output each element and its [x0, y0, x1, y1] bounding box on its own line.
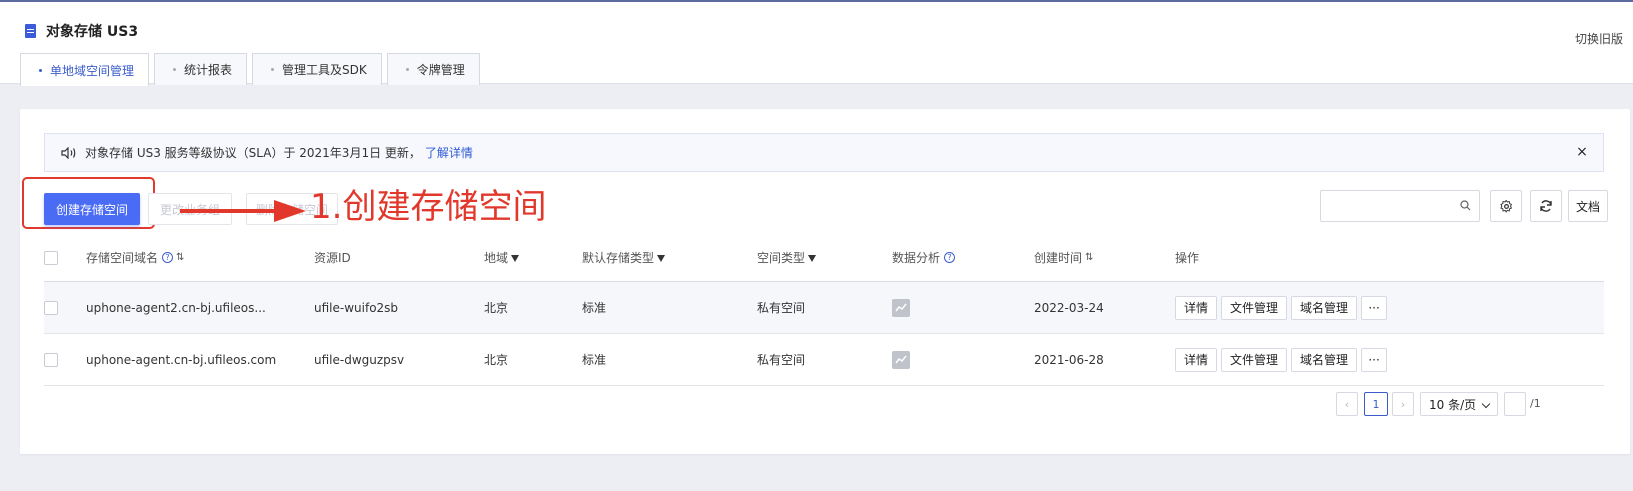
page-header: 对象存储 US3 切换旧版 单地域空间管理 统计报表 管理工具及SDK 令牌管理: [0, 2, 1633, 86]
more-options-button[interactable]: ···: [1361, 295, 1388, 320]
table-row[interactable]: uphone-agent.cn-bj.ufileos.com ufile-dwg…: [44, 334, 1604, 386]
help-icon[interactable]: ?: [944, 252, 956, 263]
tab-statistics[interactable]: 统计报表: [154, 53, 248, 85]
header-created-time: 创建时间 ⇅: [1034, 234, 1093, 281]
created-time-cell: 2021-06-28: [1034, 352, 1104, 367]
create-bucket-button[interactable]: 创建存储空间: [44, 193, 140, 225]
annotation-label: 1.创建存储空间: [310, 187, 547, 227]
refresh-icon: [1540, 200, 1552, 212]
header-label: 地域: [484, 251, 509, 265]
header-bucket-name: 存储空间域名? ⇅: [86, 234, 184, 281]
page-jump-input[interactable]: [1504, 392, 1526, 416]
annotation-arrow-icon: [180, 200, 306, 222]
row-select[interactable]: [44, 334, 84, 385]
close-icon[interactable]: ×: [1575, 145, 1589, 159]
page-title: 对象存储 US3: [46, 24, 139, 40]
header-label: 创建时间: [1034, 251, 1083, 265]
search-icon: [1460, 200, 1471, 211]
trend-chart-icon[interactable]: [892, 350, 910, 369]
region-cell: 北京: [484, 301, 509, 315]
header-label: 存储空间域名: [86, 251, 159, 265]
page-size-value: 10 条/页: [1429, 397, 1477, 412]
page-total: /1: [1530, 397, 1541, 410]
header-label: 空间类型: [757, 251, 806, 265]
detail-button[interactable]: 详情: [1175, 347, 1218, 372]
row-checkbox[interactable]: [44, 352, 58, 367]
tab-tools-sdk[interactable]: 管理工具及SDK: [252, 53, 382, 85]
trend-chart-icon[interactable]: [892, 298, 910, 317]
header-region: 地域: [484, 234, 520, 281]
created-time-cell: 2022-03-24: [1034, 300, 1104, 315]
header-label: 默认存储类型: [582, 251, 655, 265]
storage-class-cell: 标准: [582, 301, 607, 315]
tab-bar: 单地域空间管理 统计报表 管理工具及SDK 令牌管理: [20, 53, 485, 86]
notice-learn-more-link[interactable]: 了解详情: [425, 144, 473, 161]
header-data-analysis: 数据分析?: [892, 234, 956, 281]
select-all-checkbox[interactable]: [44, 250, 58, 265]
file-management-button[interactable]: 文件管理: [1221, 295, 1288, 320]
help-icon[interactable]: ?: [162, 252, 174, 263]
header-storage-class: 默认存储类型: [582, 234, 666, 281]
page-size-select[interactable]: 10 条/页: [1420, 392, 1498, 416]
document-icon: [25, 24, 36, 38]
tab-label: 统计报表: [184, 63, 233, 77]
bucket-type-cell: 私有空间: [757, 353, 806, 367]
bucket-type-cell: 私有空间: [757, 301, 806, 315]
sort-icon[interactable]: ⇅: [1085, 252, 1093, 263]
data-analysis-cell: [892, 282, 910, 333]
tab-dot-icon: [271, 68, 275, 71]
main-card: 对象存储 US3 服务等级协议（SLA）于 2021年3月1日 更新， 了解详情…: [20, 109, 1630, 454]
tab-token-management[interactable]: 令牌管理: [386, 53, 480, 85]
chevron-down-icon: [1481, 399, 1491, 409]
header-select-all[interactable]: [44, 234, 84, 281]
tab-dot-icon: [405, 68, 409, 71]
notice-text: 对象存储 US3 服务等级协议（SLA）于 2021年3月1日 更新，: [85, 146, 421, 160]
settings-button[interactable]: [1490, 190, 1522, 222]
sort-icon[interactable]: ⇅: [176, 252, 184, 263]
tab-single-region[interactable]: 单地域空间管理: [20, 53, 150, 86]
tab-dot-icon: [39, 68, 42, 72]
header-resource-id: 资源ID: [314, 251, 351, 265]
bucket-table: 存储空间域名? ⇅ 资源ID 地域 默认存储类型 空间类型 数据分析? 创建时间 ⇅…: [44, 234, 1604, 386]
table-row[interactable]: uphone-agent2.cn-bj.ufileos... ufile-wui…: [44, 282, 1604, 334]
tab-dot-icon: [173, 68, 177, 71]
next-page-button[interactable]: ›: [1392, 392, 1414, 416]
domain-management-button[interactable]: 域名管理: [1291, 347, 1358, 372]
search-input[interactable]: [1320, 190, 1480, 222]
tab-label: 管理工具及SDK: [282, 63, 367, 77]
refresh-button[interactable]: [1530, 190, 1562, 222]
filter-icon[interactable]: [808, 255, 817, 262]
current-page-button[interactable]: 1: [1364, 392, 1388, 416]
domain-management-button[interactable]: 域名管理: [1291, 295, 1358, 320]
header-bucket-type: 空间类型: [757, 234, 817, 281]
header-operations: 操作: [1175, 251, 1200, 265]
documentation-button[interactable]: 文档: [1568, 190, 1608, 222]
pagination: ‹ 1 › 10 条/页 /1: [20, 392, 1630, 416]
switch-old-version-link[interactable]: 切换旧版: [1575, 30, 1623, 47]
header-label: 数据分析: [892, 251, 941, 265]
tab-label: 单地域空间管理: [50, 63, 135, 78]
row-checkbox[interactable]: [44, 300, 58, 315]
filter-icon[interactable]: [657, 255, 666, 262]
filter-icon[interactable]: [511, 255, 520, 262]
file-management-button[interactable]: 文件管理: [1221, 347, 1288, 372]
data-analysis-cell: [892, 334, 910, 385]
operations-cell: 详情 文件管理 域名管理 ···: [1175, 334, 1391, 385]
resource-id-cell: ufile-wuifo2sb: [314, 300, 399, 315]
more-options-button[interactable]: ···: [1361, 347, 1388, 372]
table-header: 存储空间域名? ⇅ 资源ID 地域 默认存储类型 空间类型 数据分析? 创建时间 ⇅…: [44, 234, 1604, 282]
prev-page-button[interactable]: ‹: [1336, 392, 1358, 416]
bucket-name-cell[interactable]: uphone-agent.cn-bj.ufileos.com: [86, 334, 276, 385]
detail-button[interactable]: 详情: [1175, 295, 1218, 320]
row-select[interactable]: [44, 282, 84, 333]
resource-id-cell: ufile-dwguzpsv: [314, 352, 405, 367]
speaker-icon: [61, 146, 76, 159]
tab-label: 令牌管理: [416, 63, 465, 77]
sla-notice-banner: 对象存储 US3 服务等级协议（SLA）于 2021年3月1日 更新， 了解详情…: [44, 133, 1604, 172]
region-cell: 北京: [484, 353, 509, 367]
gear-icon: [1499, 199, 1512, 213]
storage-class-cell: 标准: [582, 353, 607, 367]
bucket-name-cell[interactable]: uphone-agent2.cn-bj.ufileos...: [86, 282, 266, 333]
operations-cell: 详情 文件管理 域名管理 ···: [1175, 282, 1391, 333]
